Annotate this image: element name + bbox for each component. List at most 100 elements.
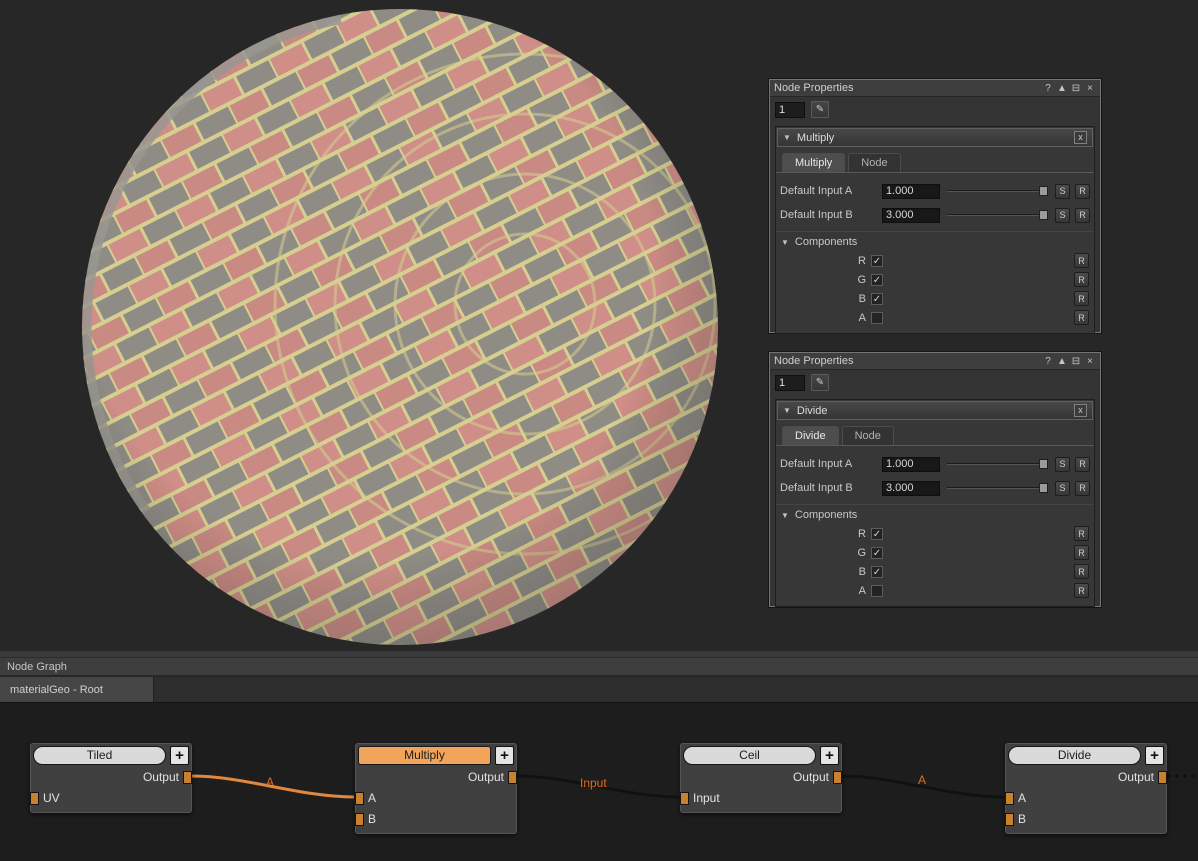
- default-input-b-value[interactable]: [882, 481, 940, 496]
- tab-materialgeo-root[interactable]: materialGeo - Root: [0, 677, 154, 702]
- slider-handle[interactable]: [1039, 459, 1048, 469]
- reset-button[interactable]: R: [1075, 184, 1090, 199]
- reset-button[interactable]: R: [1074, 526, 1089, 541]
- node-title[interactable]: Multiply: [358, 746, 491, 765]
- slider-handle[interactable]: [1039, 186, 1048, 196]
- checkbox-b[interactable]: ✓: [871, 566, 883, 578]
- panel-titlebar[interactable]: Node Properties ? ▲ ⊟ ×: [770, 353, 1100, 370]
- input-port[interactable]: [1005, 813, 1014, 826]
- tab-multiply[interactable]: Multiply: [782, 153, 845, 172]
- s-button[interactable]: S: [1055, 208, 1070, 223]
- input-row-input: Input: [681, 788, 841, 809]
- components-header[interactable]: ▼ Components: [776, 231, 1094, 251]
- reset-button[interactable]: R: [1074, 583, 1089, 598]
- disclosure-triangle-icon[interactable]: ▼: [781, 238, 789, 247]
- add-node-button[interactable]: +: [820, 746, 839, 765]
- output-label: Output: [793, 770, 829, 784]
- add-node-button[interactable]: +: [495, 746, 514, 765]
- node-section-header[interactable]: ▼ Multiply x: [777, 128, 1093, 147]
- output-port[interactable]: [183, 771, 192, 784]
- s-button[interactable]: S: [1055, 457, 1070, 472]
- slider-handle[interactable]: [1039, 483, 1048, 493]
- s-button[interactable]: S: [1055, 184, 1070, 199]
- collapse-icon[interactable]: ▲: [1056, 82, 1068, 95]
- node-count-input[interactable]: [775, 375, 805, 391]
- checkbox-b[interactable]: ✓: [871, 293, 883, 305]
- help-icon[interactable]: ?: [1042, 355, 1054, 368]
- input-row-uv: UV: [31, 788, 191, 809]
- node-graph-titlebar[interactable]: Node Graph: [0, 657, 1198, 676]
- component-row-b: B ✓ R: [776, 289, 1089, 308]
- graph-node-multiply[interactable]: + Multiply Output A B: [355, 743, 517, 834]
- default-input-b-value[interactable]: [882, 208, 940, 223]
- close-icon[interactable]: ×: [1084, 355, 1096, 368]
- panel-titlebar[interactable]: Node Properties ? ▲ ⊟ ×: [770, 80, 1100, 97]
- reset-button[interactable]: R: [1075, 481, 1090, 496]
- reset-button[interactable]: R: [1074, 310, 1089, 325]
- checkbox-a[interactable]: [871, 585, 883, 597]
- output-port[interactable]: [833, 771, 842, 784]
- reset-button[interactable]: R: [1074, 545, 1089, 560]
- checkbox-r[interactable]: ✓: [871, 528, 883, 540]
- input-port[interactable]: [355, 792, 364, 805]
- add-node-button[interactable]: +: [170, 746, 189, 765]
- node-graph-title: Node Graph: [7, 661, 67, 673]
- help-icon[interactable]: ?: [1042, 82, 1054, 95]
- graph-node-ceil[interactable]: + Ceil Output Input: [680, 743, 842, 813]
- input-row-b: B: [1006, 809, 1166, 830]
- disclosure-triangle-icon[interactable]: ▼: [781, 511, 789, 520]
- node-section: ▼ Divide x Divide Node Default Input A S…: [775, 399, 1095, 607]
- checkbox-g[interactable]: ✓: [871, 547, 883, 559]
- tab-node[interactable]: Node: [848, 153, 900, 172]
- slider-handle[interactable]: [1039, 210, 1048, 220]
- output-port[interactable]: [508, 771, 517, 784]
- reset-button[interactable]: R: [1075, 457, 1090, 472]
- input-port[interactable]: [30, 792, 39, 805]
- node-count-input[interactable]: [775, 102, 805, 118]
- reset-button[interactable]: R: [1074, 272, 1089, 287]
- input-port[interactable]: [680, 792, 689, 805]
- default-input-a-slider[interactable]: [945, 456, 1050, 472]
- default-input-b-slider[interactable]: [945, 480, 1050, 496]
- checkbox-g[interactable]: ✓: [871, 274, 883, 286]
- reset-button[interactable]: R: [1074, 253, 1089, 268]
- reset-button[interactable]: R: [1074, 291, 1089, 306]
- close-icon[interactable]: ×: [1084, 82, 1096, 95]
- field-row-default-input-a: Default Input A S R: [780, 452, 1090, 476]
- default-input-b-slider[interactable]: [945, 207, 1050, 223]
- node-section-header[interactable]: ▼ Divide x: [777, 401, 1093, 420]
- tab-label: materialGeo - Root: [10, 684, 103, 696]
- node-title[interactable]: Tiled: [33, 746, 166, 765]
- node-graph-canvas[interactable]: A Input A + Tiled Output UV + Multiply O…: [0, 702, 1198, 861]
- default-input-a-value[interactable]: [882, 457, 940, 472]
- float-icon[interactable]: ⊟: [1070, 355, 1082, 368]
- checkbox-r[interactable]: ✓: [871, 255, 883, 267]
- default-input-a-slider[interactable]: [945, 183, 1050, 199]
- pin-button[interactable]: ✎: [811, 101, 829, 118]
- disclosure-triangle-icon[interactable]: ▼: [783, 406, 791, 415]
- input-port[interactable]: [355, 813, 364, 826]
- pin-button[interactable]: ✎: [811, 374, 829, 391]
- remove-node-button[interactable]: x: [1074, 404, 1087, 417]
- default-input-a-value[interactable]: [882, 184, 940, 199]
- output-port[interactable]: [1158, 771, 1167, 784]
- node-title[interactable]: Ceil: [683, 746, 816, 765]
- graph-node-divide[interactable]: + Divide Output A B: [1005, 743, 1167, 834]
- float-icon[interactable]: ⊟: [1070, 82, 1082, 95]
- add-node-button[interactable]: +: [1145, 746, 1164, 765]
- disclosure-triangle-icon[interactable]: ▼: [783, 133, 791, 142]
- reset-button[interactable]: R: [1075, 208, 1090, 223]
- s-button[interactable]: S: [1055, 481, 1070, 496]
- tab-node[interactable]: Node: [842, 426, 894, 445]
- remove-node-button[interactable]: x: [1074, 131, 1087, 144]
- edit-pin-icon: ✎: [816, 377, 824, 388]
- graph-node-tiled[interactable]: + Tiled Output UV: [30, 743, 192, 813]
- tab-divide[interactable]: Divide: [782, 426, 839, 445]
- input-port[interactable]: [1005, 792, 1014, 805]
- node-title[interactable]: Divide: [1008, 746, 1141, 765]
- reset-button[interactable]: R: [1074, 564, 1089, 579]
- component-row-r: R ✓ R: [776, 251, 1089, 270]
- components-header[interactable]: ▼ Components: [776, 504, 1094, 524]
- collapse-icon[interactable]: ▲: [1056, 355, 1068, 368]
- checkbox-a[interactable]: [871, 312, 883, 324]
